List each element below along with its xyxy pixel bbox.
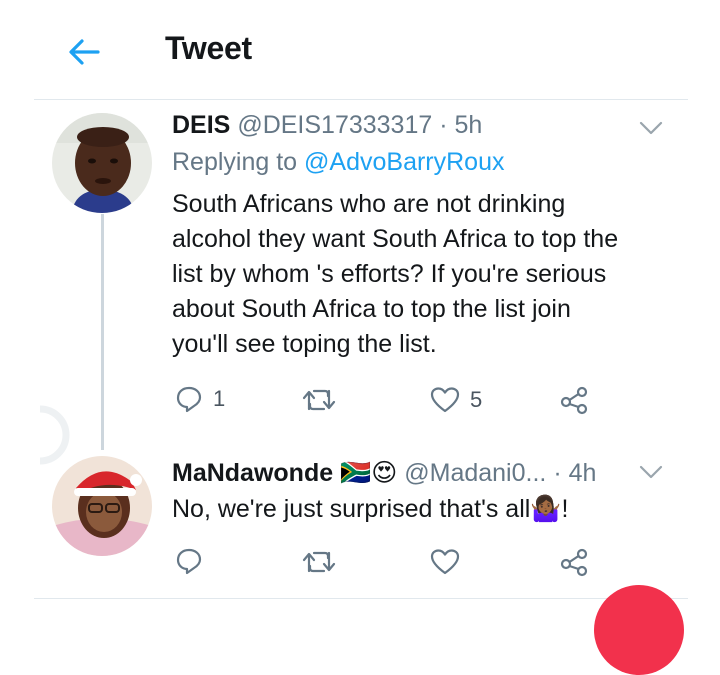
- user-handle[interactable]: @Madani0...: [404, 459, 546, 487]
- tweet-divider: [34, 598, 688, 599]
- chevron-down-icon[interactable]: [639, 464, 663, 480]
- tweet-text-line: about South Africa to top the list join: [172, 295, 571, 323]
- tweet-text-line: South Africans who are not drinking: [172, 190, 566, 218]
- replying-to-label: Replying to: [172, 148, 298, 176]
- tweet-time[interactable]: 5h: [455, 111, 483, 139]
- display-name[interactable]: DEIS: [172, 111, 230, 139]
- page-title: Tweet: [165, 30, 252, 66]
- replying-to: Replying to @AdvoBarryRoux: [172, 148, 504, 177]
- avatar[interactable]: [52, 113, 152, 213]
- tweet-text-line: you'll see toping the list.: [172, 330, 437, 358]
- loading-spinner-icon: [39, 405, 70, 465]
- heart-icon: [430, 387, 460, 413]
- tweet-header: MaNdawonde 🇿🇦😍 @Madani0... · 4h: [172, 458, 596, 488]
- thread-connector-line: [101, 214, 104, 450]
- compose-fab-button[interactable]: [594, 585, 684, 675]
- replying-to-link[interactable]: @AdvoBarryRoux: [304, 148, 504, 176]
- tweet-time[interactable]: 4h: [569, 459, 597, 487]
- tweet-text: South Africans who are not drinking alco…: [172, 187, 618, 362]
- tweet-text-line: alcohol they want South Africa to top th…: [172, 225, 619, 253]
- display-name[interactable]: MaNdawonde: [172, 459, 333, 487]
- top-bar: Tweet: [0, 0, 720, 100]
- tweet-text-body: No, we're just surprised that's all: [172, 495, 531, 523]
- heart-icon: [430, 549, 460, 575]
- time-separator: ·: [439, 111, 448, 139]
- time-separator: ·: [553, 459, 562, 487]
- chevron-down-icon[interactable]: [639, 120, 663, 136]
- share-button[interactable]: [560, 547, 590, 577]
- like-count: 5: [470, 387, 483, 412]
- retweet-button[interactable]: [302, 549, 346, 575]
- reply-button[interactable]: [175, 547, 213, 575]
- user-handle[interactable]: @DEIS17333317: [237, 111, 432, 139]
- like-button[interactable]: 5: [430, 386, 482, 414]
- retweet-button[interactable]: [302, 387, 346, 413]
- name-emoji: 🇿🇦😍: [340, 459, 398, 487]
- avatar[interactable]: [52, 456, 152, 556]
- tweet-text: No, we're just surprised that's all🤷🏾‍♀️…: [172, 492, 568, 527]
- shrug-emoji: 🤷🏾‍♀️: [530, 495, 562, 523]
- tweet-text-end: !: [561, 495, 569, 523]
- reply-icon: [176, 386, 202, 413]
- back-arrow-icon[interactable]: [64, 32, 104, 72]
- reply-icon: [176, 548, 202, 575]
- share-icon: [560, 548, 588, 577]
- tweet-header: DEIS @DEIS17333317 · 5h: [172, 111, 482, 140]
- like-button[interactable]: [430, 548, 470, 576]
- share-icon: [560, 386, 588, 415]
- retweet-icon: [302, 551, 336, 573]
- share-button[interactable]: [560, 385, 590, 415]
- reply-count: 1: [213, 386, 226, 411]
- header-divider: [34, 99, 688, 100]
- retweet-icon: [302, 389, 336, 411]
- reply-button[interactable]: 1: [175, 385, 225, 413]
- tweet-text-line: list by whom 's efforts? If you're serio…: [172, 260, 607, 288]
